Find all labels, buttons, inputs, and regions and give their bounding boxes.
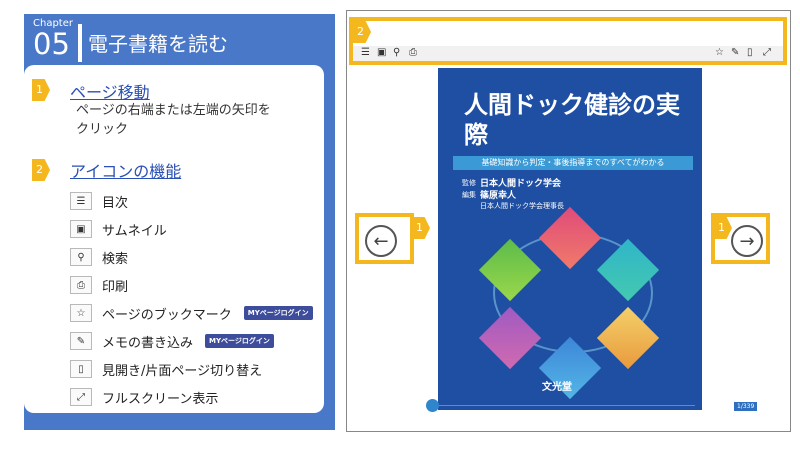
bookmark-star-icon: ☆ (70, 304, 92, 322)
function-label: メモの書き込み (102, 335, 194, 351)
function-item-bookmark: ☆ ページのブックマーク MYページログイン (70, 303, 313, 323)
function-item-search: ⚲ 検索 (70, 247, 128, 267)
mypage-login-tag: MYページログイン (205, 334, 274, 348)
prev-page-arrow-icon[interactable]: ← (365, 225, 397, 257)
instruction-card: 1 ページ移動 ページの右端または左端の矢印を クリック 2 アイコンの機能 ☰… (24, 65, 324, 413)
search-icon: ⚲ (70, 248, 92, 266)
bookmark-star-icon[interactable]: ☆ (715, 47, 724, 58)
thumbnail-icon: ▣ (70, 220, 92, 238)
section-desc-line2: クリック (76, 122, 129, 137)
page-progress-bar[interactable] (433, 405, 695, 406)
function-label: 印刷 (102, 279, 129, 295)
chapter-title: 電子書籍を読む (88, 32, 228, 56)
mypage-login-tag: MYページログイン (243, 306, 313, 320)
chapter-number: 05 (33, 27, 70, 61)
next-page-arrow-icon[interactable]: → (731, 225, 763, 257)
fullscreen-icon: ⤢ (70, 388, 92, 406)
prev-arrow-badge: 1 (412, 217, 430, 239)
function-item-fullscreen: ⤢ フルスクリーン表示 (70, 387, 218, 407)
function-label: 検索 (102, 251, 129, 267)
search-icon[interactable]: ⚲ (393, 47, 400, 58)
function-item-memo: ✎ メモの書き込み MYページログイン (70, 331, 274, 351)
book-label-editor: 編集 (462, 191, 476, 199)
book-editor: 篠原幸人 (480, 191, 517, 201)
memo-icon[interactable]: ✎ (731, 47, 739, 58)
book-title: 人間ドック健診の実際 (464, 91, 680, 149)
page-spread-icon: ▯ (70, 360, 92, 378)
function-label: 見開き/片面ページ切り替え (102, 363, 263, 379)
section-title-page-nav: ページ移動 (70, 83, 150, 102)
function-item-thumbnail: ▣ サムネイル (70, 219, 167, 239)
page-spread-icon[interactable]: ▯ (747, 47, 753, 58)
page-progress-handle[interactable] (426, 399, 439, 412)
step-badge-2: 2 (32, 159, 50, 181)
book-publisher: 文光堂 (542, 382, 572, 393)
instruction-panel: Chapter 05 電子書籍を読む 1 ページ移動 ページの右端または左端の矢… (24, 14, 335, 430)
chapter-label: Chapter 05 (33, 18, 73, 59)
memo-icon: ✎ (70, 332, 92, 350)
function-label: サムネイル (102, 223, 167, 239)
function-item-spread: ▯ 見開き/片面ページ切り替え (70, 359, 262, 379)
print-icon[interactable]: ⎙ (409, 47, 417, 58)
book-editor-note: 日本人間ドック学会理事長 (480, 202, 564, 210)
section-title-icon-functions: アイコンの機能 (70, 162, 182, 181)
step-badge-1: 1 (32, 79, 50, 101)
book-cover: 人間ドック健診の実際 基礎知識から判定・事後指導までのすべてがわかる 監修 日本… (438, 68, 702, 410)
viewer-toolbar: ☰ ▣ ⚲ ⎙ ☆ ✎ ▯ ⤢ (353, 46, 783, 61)
book-subtitle: 基礎知識から判定・事後指導までのすべてがわかる (453, 156, 693, 170)
function-label: ページのブックマーク (102, 307, 232, 323)
toc-icon[interactable]: ☰ (361, 47, 370, 58)
chapter-divider (78, 24, 82, 62)
function-label: 目次 (102, 195, 129, 211)
thumbnail-icon[interactable]: ▣ (377, 47, 386, 58)
print-icon: ⎙ (70, 276, 92, 294)
function-label: フルスクリーン表示 (102, 391, 219, 407)
section-desc-line1: ページの右端または左端の矢印を (76, 103, 271, 118)
book-label-supervision: 監修 (462, 179, 476, 187)
toc-icon: ☰ (70, 192, 92, 210)
function-item-toc: ☰ 目次 (70, 191, 128, 211)
ebook-viewer: 2 ☰ ▣ ⚲ ⎙ ☆ ✎ ▯ ⤢ 人間ドック健診の実際 基礎知識から判定・事後… (346, 10, 791, 432)
prev-arrow-highlight: ← (355, 213, 414, 264)
fullscreen-icon[interactable]: ⤢ (763, 47, 771, 58)
function-item-print: ⎙ 印刷 (70, 275, 128, 295)
page-indicator: 1/339 (734, 402, 758, 411)
